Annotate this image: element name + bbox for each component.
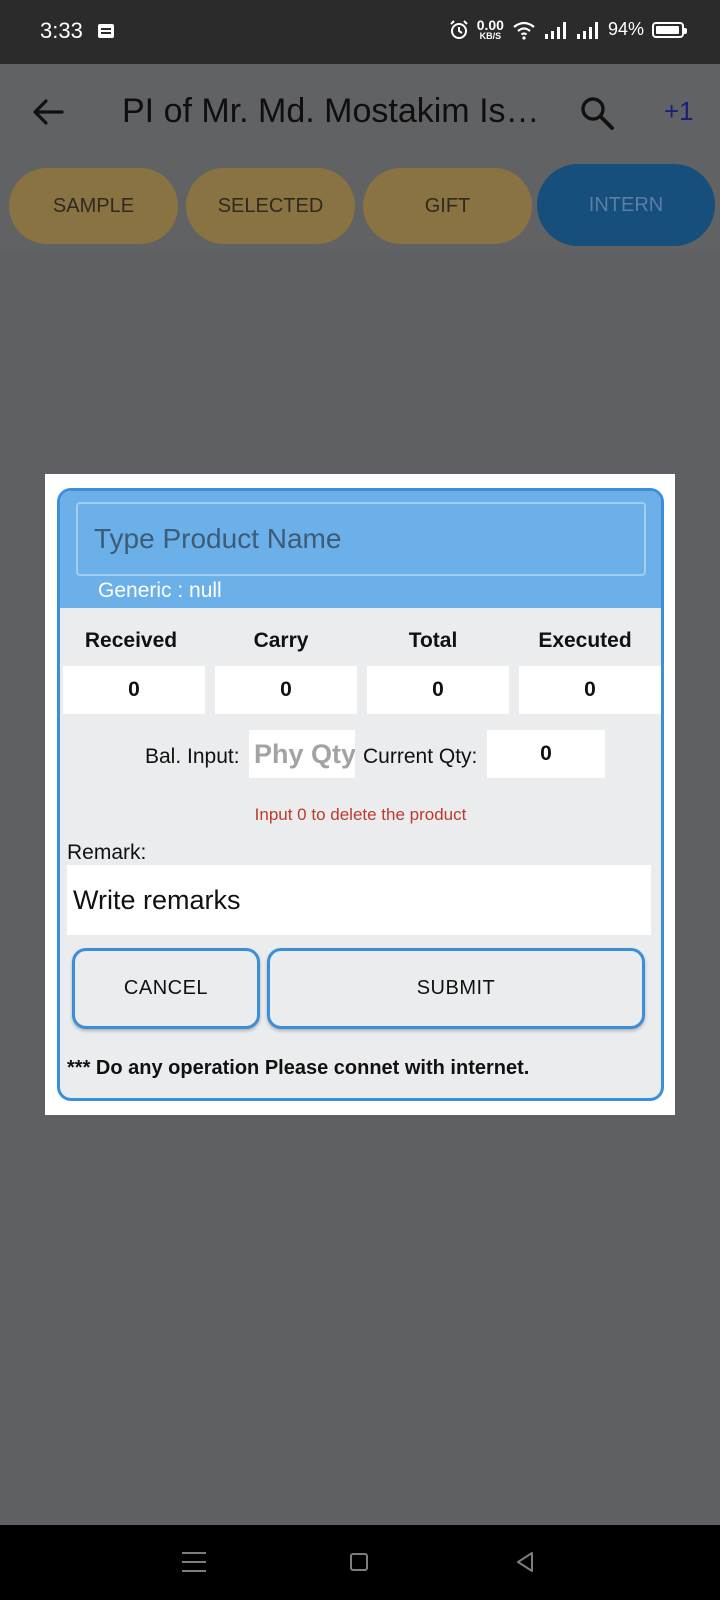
received-label: Received: [84, 629, 178, 652]
executed-value: 0: [519, 666, 661, 714]
internet-notice: *** Do any operation Please connet with …: [67, 1057, 530, 1079]
current-qty-value: 0: [487, 730, 605, 778]
cancel-button[interactable]: CANCEL: [72, 948, 260, 1029]
home-icon[interactable]: [350, 1553, 368, 1571]
carry-value: 0: [215, 666, 357, 714]
back-arrow-icon[interactable]: [28, 92, 68, 132]
nav-back-icon[interactable]: [514, 1551, 536, 1573]
submit-button[interactable]: SUBMIT: [267, 948, 645, 1029]
product-dialog: Generic : null Received Carry Total Exec…: [45, 474, 675, 1115]
net-speed-unit: KB/S: [479, 31, 502, 41]
phy-qty-input[interactable]: [249, 730, 355, 778]
alarm-icon: [450, 19, 468, 39]
remark-input[interactable]: [67, 865, 651, 935]
battery-percent: 94%: [607, 19, 644, 39]
status-time: 3:33: [40, 18, 83, 43]
bal-input-label: Bal. Input:: [145, 745, 240, 768]
executed-label: Executed: [538, 629, 632, 652]
page-title: PI of Mr. Md. Mostakim Is…: [122, 92, 540, 130]
tab-sample[interactable]: SAMPLE: [9, 168, 178, 244]
dialog-header: Generic : null: [60, 491, 661, 608]
total-value: 0: [367, 666, 509, 714]
total-label: Total: [408, 629, 458, 652]
product-name-input[interactable]: [76, 502, 646, 576]
generic-label: Generic : null: [98, 579, 222, 602]
tab-intern[interactable]: INTERN: [537, 164, 715, 246]
tab-selected[interactable]: SELECTED: [186, 168, 355, 244]
dialog-panel: Generic : null Received Carry Total Exec…: [57, 488, 664, 1101]
net-speed-value: 0.00: [476, 17, 504, 33]
carry-label: Carry: [253, 629, 309, 652]
signal-icon: [576, 21, 598, 39]
recents-menu-icon[interactable]: [182, 1552, 206, 1572]
message-icon: [98, 24, 114, 38]
app-bar: PI of Mr. Md. Mostakim Is… +1: [0, 64, 720, 160]
search-icon[interactable]: [578, 94, 616, 132]
delete-hint: Input 0 to delete the product: [254, 805, 467, 824]
plus-one-badge[interactable]: +1: [664, 96, 694, 127]
tab-gift[interactable]: GIFT: [363, 168, 532, 244]
battery-icon: [652, 21, 687, 38]
received-value: 0: [63, 666, 205, 714]
tab-row: SAMPLE SELECTED GIFT INTERN: [0, 160, 720, 252]
system-nav-bar: [0, 1525, 720, 1600]
status-bar: 3:33 0.00 KB/S 94%: [0, 0, 720, 64]
remark-label: Remark:: [67, 841, 147, 864]
net-speed: 0.00 KB/S: [477, 18, 504, 41]
current-qty-label: Current Qty:: [363, 745, 478, 768]
wifi-icon: [513, 21, 535, 40]
signal-icon: [544, 21, 566, 39]
status-icons: 0.00 KB/S 94%: [449, 18, 687, 41]
